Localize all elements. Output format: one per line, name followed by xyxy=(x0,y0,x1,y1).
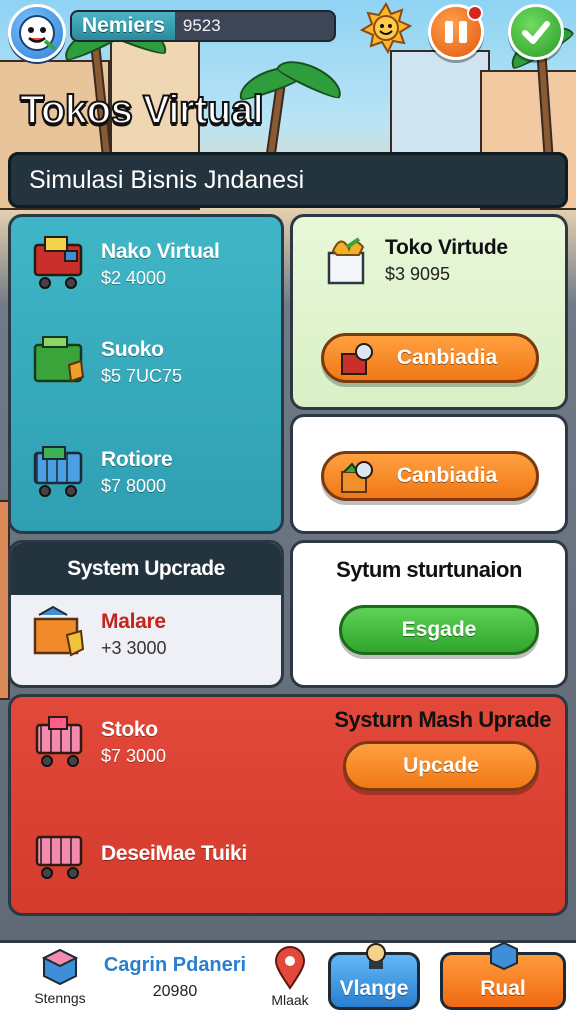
system-structure-card: Sytum sturtunaion Esgade xyxy=(290,540,568,688)
upgrade-button-label: Upcade xyxy=(403,754,479,777)
system-structure-title: Sytum sturtunaion xyxy=(336,557,522,582)
shop-item[interactable]: Nako Virtual $2 4000 xyxy=(29,235,220,293)
red-item[interactable]: DeseiMae Tuiki xyxy=(29,825,247,883)
action-card-button[interactable]: Canbiadia xyxy=(321,451,539,501)
currency-label: Nemiers xyxy=(72,12,175,40)
crate-icon xyxy=(29,605,91,663)
system-upgrade-title: System Upcrade xyxy=(67,557,225,580)
confirm-button[interactable] xyxy=(508,4,564,60)
upgrade-item-name: Malare xyxy=(101,609,166,633)
mass-upgrade-panel: Systurn Mash Uprade Upcade Stoko $7 3000 xyxy=(8,694,568,916)
currency-bar: Nemiers 9523 xyxy=(70,10,336,42)
structure-upgrade-button[interactable]: Esgade xyxy=(339,605,539,655)
cart-icon xyxy=(29,443,91,501)
subtitle-bar: Simulasi Bisnis Jndanesi xyxy=(8,152,568,208)
sun-mascot-icon xyxy=(359,1,413,55)
shop-item-price: $7 8000 xyxy=(101,475,167,496)
pink-cart-icon xyxy=(29,713,91,771)
village-button[interactable]: Vlange xyxy=(328,943,420,1010)
pink-cart-icon xyxy=(29,825,91,883)
shop-item[interactable]: Suoko $5 7UC75 xyxy=(29,333,182,391)
nav-center-value: 20980 xyxy=(152,983,198,1000)
action-card-label: Canbiadia xyxy=(396,464,498,487)
subtitle-text: Simulasi Bisnis Jndanesi xyxy=(29,165,305,194)
shop-item-name: Nako Virtual xyxy=(101,239,220,263)
green-cart-icon xyxy=(29,333,91,391)
shop-item-name: Suoko xyxy=(101,337,164,361)
notification-dot xyxy=(467,5,483,21)
shopping-cart-icon xyxy=(29,235,91,293)
shop-item-price: $2 4000 xyxy=(101,267,167,288)
rural-button-label: Rual xyxy=(480,977,526,1000)
nav-map[interactable]: Mlaak xyxy=(262,946,318,1008)
upgrade-item-price: +3 3000 xyxy=(101,637,167,658)
red-item-name: Stoko xyxy=(101,717,158,741)
feature-item-name: Toko Virtude xyxy=(385,235,508,259)
rural-button[interactable]: Rual xyxy=(440,941,566,1010)
upgrade-button[interactable]: Upcade xyxy=(343,741,539,791)
gift-cube-icon xyxy=(489,941,519,977)
nav-settings-label: Stenngs xyxy=(34,990,86,1006)
package-icon xyxy=(338,460,374,502)
shop-item[interactable]: Rotiore $7 8000 xyxy=(29,443,173,501)
mascot-icon[interactable] xyxy=(8,4,66,62)
feature-card: Toko Virtude $3 9095 Canbiadia xyxy=(290,214,568,410)
red-item-name: DeseiMae Tuiki xyxy=(101,842,247,865)
feature-action-label: Canbiadia xyxy=(396,346,498,369)
nav-map-label: Mlaak xyxy=(271,992,309,1008)
system-upgrade-panel: System Upcrade Malare +3 3000 xyxy=(8,540,284,688)
pause-button[interactable] xyxy=(428,4,484,60)
upgrade-item[interactable]: Malare +3 3000 xyxy=(29,605,167,663)
shop-list-panel: Nako Virtual $2 4000 Suoko $5 7UC75 Roti… xyxy=(8,214,284,534)
feature-item[interactable]: Toko Virtude $3 9095 xyxy=(323,231,508,289)
currency-value: 9523 xyxy=(182,16,221,35)
character-icon xyxy=(361,941,391,977)
red-item[interactable]: Stoko $7 3000 xyxy=(29,713,166,771)
nav-center-title: Cagrin Pdaneri xyxy=(103,954,247,976)
cube-icon xyxy=(41,948,79,986)
feature-item-price: $3 9095 xyxy=(385,263,451,284)
app-title: Tokos Virtual xyxy=(19,87,265,133)
red-item-price: $7 3000 xyxy=(101,745,167,766)
shop-item-name: Rotiore xyxy=(101,447,173,471)
nav-settings[interactable]: Stenngs xyxy=(30,946,90,1006)
pause-icon xyxy=(445,21,467,43)
mass-upgrade-title: Systurn Mash Uprade xyxy=(334,707,551,732)
map-pin-icon xyxy=(274,946,306,990)
village-button-label: Vlange xyxy=(339,977,409,1000)
action-card: Canbiadia xyxy=(290,414,568,534)
shop-item-price: $5 7UC75 xyxy=(101,365,183,386)
checkmark-icon xyxy=(522,21,550,44)
nav-center-info: Cagrin Pdaneri 20980 xyxy=(100,954,250,1001)
gift-box-icon xyxy=(323,231,375,289)
feature-action-button[interactable]: Canbiadia xyxy=(321,333,539,383)
structure-upgrade-label: Esgade xyxy=(401,618,477,641)
box-icon xyxy=(338,342,374,384)
system-upgrade-header: System Upcrade xyxy=(11,543,281,595)
